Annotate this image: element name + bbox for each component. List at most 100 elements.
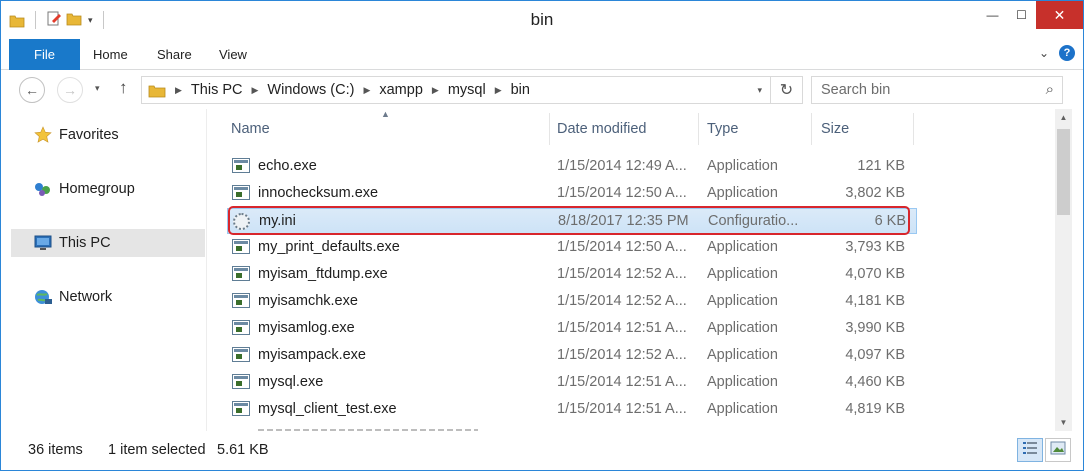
file-type: Application (707, 347, 778, 363)
file-row[interactable]: myisampack.exe 1/15/2014 12:52 A... Appl… (227, 343, 917, 369)
file-date: 1/15/2014 12:51 A... (557, 320, 687, 336)
file-name: myisamlog.exe (258, 320, 355, 336)
column-separator[interactable] (698, 113, 699, 145)
tab-share[interactable]: Share (157, 39, 192, 70)
recent-locations-icon[interactable]: ▾ (95, 83, 100, 94)
breadcrumb-separator-icon[interactable]: ▶ (363, 85, 370, 96)
file-row[interactable]: mysql.exe 1/15/2014 12:51 A... Applicati… (227, 370, 917, 396)
file-size: 4,097 KB (845, 347, 905, 363)
file-list: ▲ Name Date modified Type Size echo.exe … (213, 109, 1055, 431)
file-size: 4,070 KB (845, 266, 905, 282)
forward-button[interactable]: → (57, 77, 83, 103)
file-type: Application (707, 185, 778, 201)
ribbon: File Home Share View ⌄ ? (1, 39, 1083, 70)
column-separator[interactable] (549, 113, 550, 145)
breadcrumb-separator-icon[interactable]: ▶ (252, 85, 259, 96)
tab-view[interactable]: View (219, 39, 247, 70)
breadcrumb-separator-icon[interactable]: ▶ (495, 85, 502, 96)
file-date: 1/15/2014 12:50 A... (557, 239, 687, 255)
file-size: 4,460 KB (845, 374, 905, 390)
file-row[interactable]: myisamchk.exe 1/15/2014 12:52 A... Appli… (227, 289, 917, 315)
large-icons-view-icon (1050, 441, 1066, 459)
file-date: 1/15/2014 12:51 A... (557, 401, 687, 417)
sidebar-item-favorites[interactable]: Favorites (11, 121, 205, 149)
column-header-date-modified[interactable]: Date modified (557, 109, 646, 149)
file-date: 1/15/2014 12:51 A... (557, 374, 687, 390)
refresh-button[interactable]: ↻ (771, 76, 803, 104)
sidebar-item-label: Network (59, 289, 113, 305)
file-type: Application (707, 293, 778, 309)
column-header-type[interactable]: Type (707, 109, 738, 149)
scroll-thumb[interactable] (1057, 129, 1070, 215)
address-dropdown-icon[interactable]: ▾ (757, 85, 762, 96)
address-bar[interactable]: ▶ This PC ▶ Windows (C:) ▶ xampp ▶ mysql… (141, 76, 771, 104)
up-button[interactable]: ↑ (119, 78, 128, 98)
search-input[interactable]: Search bin ⌕ (811, 76, 1063, 104)
details-view-icon (1022, 441, 1038, 459)
file-row[interactable]: mysql_client_test.exe 1/15/2014 12:51 A.… (227, 397, 917, 423)
network-icon (33, 287, 53, 307)
breadcrumb-this-pc[interactable]: This PC (191, 82, 243, 98)
file-row[interactable]: innochecksum.exe 1/15/2014 12:50 A... Ap… (227, 181, 917, 207)
file-name: innochecksum.exe (258, 185, 379, 201)
breadcrumb-xampp[interactable]: xampp (379, 82, 423, 98)
column-separator[interactable] (811, 113, 812, 145)
chevron-down-icon[interactable]: ⌄ (1039, 46, 1049, 60)
scroll-up-icon[interactable]: ▲ (1055, 109, 1072, 126)
file-type: Application (707, 320, 778, 336)
sidebar-item-network[interactable]: Network (11, 283, 205, 311)
application-icon (232, 158, 250, 174)
file-name: myisampack.exe (258, 347, 366, 363)
application-icon (232, 401, 250, 417)
file-row[interactable]: echo.exe 1/15/2014 12:49 A... Applicatio… (227, 154, 917, 180)
sidebar-item-label: This PC (59, 235, 111, 251)
file-date: 1/15/2014 12:52 A... (557, 293, 687, 309)
homegroup-icon (33, 179, 53, 199)
application-icon (232, 185, 250, 201)
file-date: 1/15/2014 12:49 A... (557, 158, 687, 174)
file-row[interactable]: myisamlog.exe 1/15/2014 12:51 A... Appli… (227, 316, 917, 342)
tab-home[interactable]: Home (93, 39, 128, 70)
file-name: myisamchk.exe (258, 293, 358, 309)
selection-count: 1 item selected (108, 442, 206, 458)
scroll-down-icon[interactable]: ▼ (1055, 414, 1072, 431)
sidebar-item-this-pc[interactable]: This PC (11, 229, 205, 257)
file-row[interactable]: myisam_ftdump.exe 1/15/2014 12:52 A... A… (227, 262, 917, 288)
vertical-scrollbar[interactable]: ▲ ▼ (1055, 109, 1072, 431)
large-icons-view-button[interactable] (1045, 438, 1071, 462)
folder-icon (148, 83, 166, 98)
file-type: Application (707, 374, 778, 390)
details-view-button[interactable] (1017, 438, 1043, 462)
breadcrumb: ▶ This PC ▶ Windows (C:) ▶ xampp ▶ mysql… (166, 82, 530, 98)
application-icon (232, 374, 250, 390)
close-button[interactable]: ✕ (1036, 1, 1083, 29)
file-row-partial[interactable] (227, 429, 917, 431)
column-separator[interactable] (913, 113, 914, 145)
file-size: 121 KB (857, 158, 905, 174)
search-icon[interactable]: ⌕ (1046, 81, 1054, 98)
breadcrumb-separator-icon[interactable]: ▶ (175, 85, 182, 96)
title-bar: ▾ bin — ☐ ✕ (1, 1, 1083, 39)
application-icon (232, 320, 250, 336)
breadcrumb-separator-icon[interactable]: ▶ (432, 85, 439, 96)
breadcrumb-mysql[interactable]: mysql (448, 82, 486, 98)
application-icon (232, 239, 250, 255)
navigation-pane: Favorites Homegroup This PC Network (1, 109, 206, 431)
column-header-name[interactable]: Name (231, 109, 270, 149)
breadcrumb-windows-c[interactable]: Windows (C:) (267, 82, 354, 98)
column-header-size[interactable]: Size (821, 109, 849, 149)
tab-file[interactable]: File (9, 39, 80, 70)
help-icon[interactable]: ? (1059, 45, 1075, 61)
sidebar-item-label: Homegroup (59, 181, 135, 197)
file-name: mysql_client_test.exe (258, 401, 397, 417)
pane-divider[interactable] (206, 109, 207, 431)
file-name: echo.exe (258, 158, 317, 174)
sidebar-item-homegroup[interactable]: Homegroup (11, 175, 205, 203)
breadcrumb-bin[interactable]: bin (511, 82, 530, 98)
file-row[interactable]: my_print_defaults.exe 1/15/2014 12:50 A.… (227, 235, 917, 261)
maximize-button[interactable]: ☐ (1007, 1, 1036, 29)
minimize-button[interactable]: — (978, 1, 1007, 29)
back-button[interactable]: ← (19, 77, 45, 103)
explorer-window: ▾ bin — ☐ ✕ File Home Share View ⌄ ? ← →… (0, 0, 1084, 471)
status-bar: 36 items 1 item selected 5.61 KB (1, 433, 1083, 470)
